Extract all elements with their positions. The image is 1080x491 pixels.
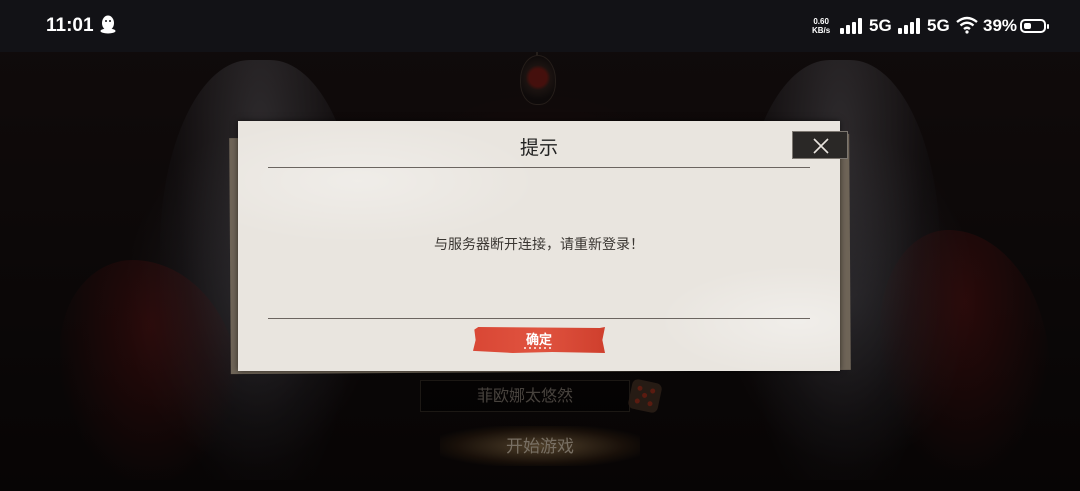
network-speed: 0.60 KB/s: [812, 17, 830, 35]
close-button[interactable]: [792, 131, 848, 159]
footer-divider: [268, 318, 810, 319]
network-speed-value: 0.60: [813, 17, 829, 26]
signal-strength-icon: [898, 18, 920, 34]
battery-level-fill: [1024, 23, 1031, 29]
network-type-sim1: 5G: [869, 16, 892, 35]
network-speed-unit: KB/s: [812, 26, 831, 35]
signal-strength-icon: [840, 18, 862, 34]
status-bar: 11:01 0.60 KB/s 5G 5G 39%: [0, 0, 1080, 52]
network-type-sim2: 5G: [927, 16, 950, 35]
wifi-icon: [956, 16, 978, 34]
title-divider: [268, 167, 810, 168]
close-icon: [813, 138, 829, 154]
battery-icon: [1020, 19, 1049, 33]
dialog-title: 提示: [519, 137, 558, 159]
clock: 11:01: [46, 15, 94, 36]
penguin-icon: [100, 15, 116, 39]
confirm-button[interactable]: 确定: [473, 327, 605, 353]
battery-percent: 39%: [983, 16, 1018, 35]
confirm-decoration: [524, 347, 554, 349]
confirm-button-label: 确定: [525, 332, 552, 347]
alert-dialog: 提示 与服务器断开连接，请重新登录！ 确定: [238, 121, 848, 371]
dialog-message: 与服务器断开连接，请重新登录！: [434, 237, 644, 253]
